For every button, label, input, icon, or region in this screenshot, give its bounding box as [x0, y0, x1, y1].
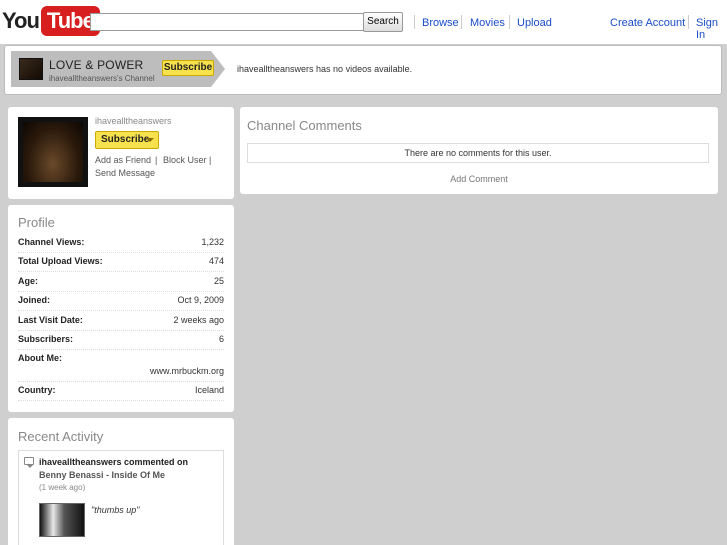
row-value: Iceland	[194, 385, 224, 395]
row-label: Total Upload Views:	[18, 256, 103, 266]
profile-row: Age: 25	[18, 273, 224, 292]
row-value: 6	[218, 334, 224, 344]
chevron-down-icon[interactable]	[146, 138, 154, 142]
row-value: 2 weeks ago	[173, 315, 224, 325]
nav-browse-link[interactable]: Browse	[422, 17, 459, 29]
profile-row-about: About Me: www.mrbuckm.org	[18, 350, 224, 382]
row-value: 1,232	[201, 237, 224, 247]
recent-activity-title: Recent Activity	[18, 429, 104, 444]
profile-row: Subscribers: 6	[18, 331, 224, 350]
nav-divider	[461, 15, 462, 29]
video-thumbnail[interactable]	[39, 503, 85, 537]
nav-divider	[688, 15, 689, 29]
nav-divider	[509, 15, 510, 29]
create-account-link[interactable]: Create Account	[610, 17, 685, 29]
search-input[interactable]	[90, 13, 364, 31]
channel-title: LOVE & POWER	[49, 58, 144, 72]
profile-row: Total Upload Views: 474	[18, 253, 224, 272]
row-label: Channel Views:	[18, 237, 85, 247]
row-label: Last Visit Date:	[18, 315, 83, 325]
activity-time: (1 week ago)	[39, 483, 86, 492]
row-value: 25	[213, 276, 224, 286]
banner-subscribe-button[interactable]: Subscribe	[162, 60, 214, 76]
search-button[interactable]: Search	[363, 12, 403, 32]
no-comments-message: There are no comments for this user.	[247, 143, 709, 163]
profile-panel: Profile Channel Views: 1,232 Total Uploa…	[8, 205, 234, 412]
row-label: Age:	[18, 276, 38, 286]
profile-card: ihavealltheanswers Subscribe Add as Frie…	[8, 107, 234, 199]
sign-in-link[interactable]: Sign In	[696, 17, 727, 41]
profile-title: Profile	[18, 215, 55, 230]
add-comment-link[interactable]: Add Comment	[240, 174, 718, 184]
profile-row: Last Visit Date: 2 weeks ago	[18, 312, 224, 331]
block-user-link[interactable]: Block User	[163, 155, 207, 165]
card-username: ihavealltheanswers	[95, 116, 172, 126]
recent-activity-panel: Recent Activity ihavealltheanswers comme…	[8, 418, 234, 545]
no-videos-message: ihavealltheanswers has no videos availab…	[237, 64, 413, 74]
profile-row: Country: Iceland	[18, 382, 224, 401]
link-separator: |	[155, 155, 158, 165]
send-message-link[interactable]: Send Message	[95, 168, 155, 178]
profile-row: Joined: Oct 9, 2009	[18, 292, 224, 311]
channel-comments-title: Channel Comments	[247, 118, 362, 133]
activity-headline: ihavealltheanswers commented on	[39, 457, 189, 467]
nav-divider	[414, 15, 415, 29]
avatar[interactable]	[18, 117, 88, 187]
channel-banner: LOVE & POWER ihavealltheanswers's Channe…	[4, 45, 722, 95]
row-label: Subscribers:	[18, 334, 74, 344]
link-separator: |	[209, 155, 212, 165]
activity-video-link[interactable]: Benny Benassi - Inside Of Me	[39, 470, 165, 480]
about-me-link[interactable]: www.mrbuckm.org	[150, 366, 224, 376]
nav-movies-link[interactable]: Movies	[470, 17, 505, 29]
channel-subtitle: ihavealltheanswers's Channel	[49, 74, 155, 83]
row-value: 474	[208, 256, 224, 266]
row-label: Joined:	[18, 295, 51, 305]
channel-thumbnail[interactable]	[19, 58, 43, 80]
row-label: Country:	[18, 385, 56, 395]
row-value: Oct 9, 2009	[177, 295, 224, 305]
avatar-image	[23, 122, 83, 182]
add-friend-link[interactable]: Add as Friend	[95, 155, 151, 165]
subscribe-label: Subscribe	[101, 134, 150, 145]
youtube-logo[interactable]: You Tube	[2, 6, 100, 36]
activity-item: ihavealltheanswers commented on Benny Be…	[18, 450, 224, 545]
activity-comment-text: "thumbs up"	[91, 505, 140, 515]
top-header: You Tube Search Browse Movies Upload Cre…	[0, 0, 727, 44]
profile-row: Channel Views: 1,232	[18, 234, 224, 253]
nav-upload-link[interactable]: Upload	[517, 17, 552, 29]
channel-comments-panel: Channel Comments There are no comments f…	[240, 107, 718, 194]
comment-icon	[24, 457, 34, 468]
subscribe-button[interactable]: Subscribe	[95, 131, 159, 149]
row-label: About Me:	[18, 353, 62, 363]
logo-you-text: You	[2, 8, 40, 33]
